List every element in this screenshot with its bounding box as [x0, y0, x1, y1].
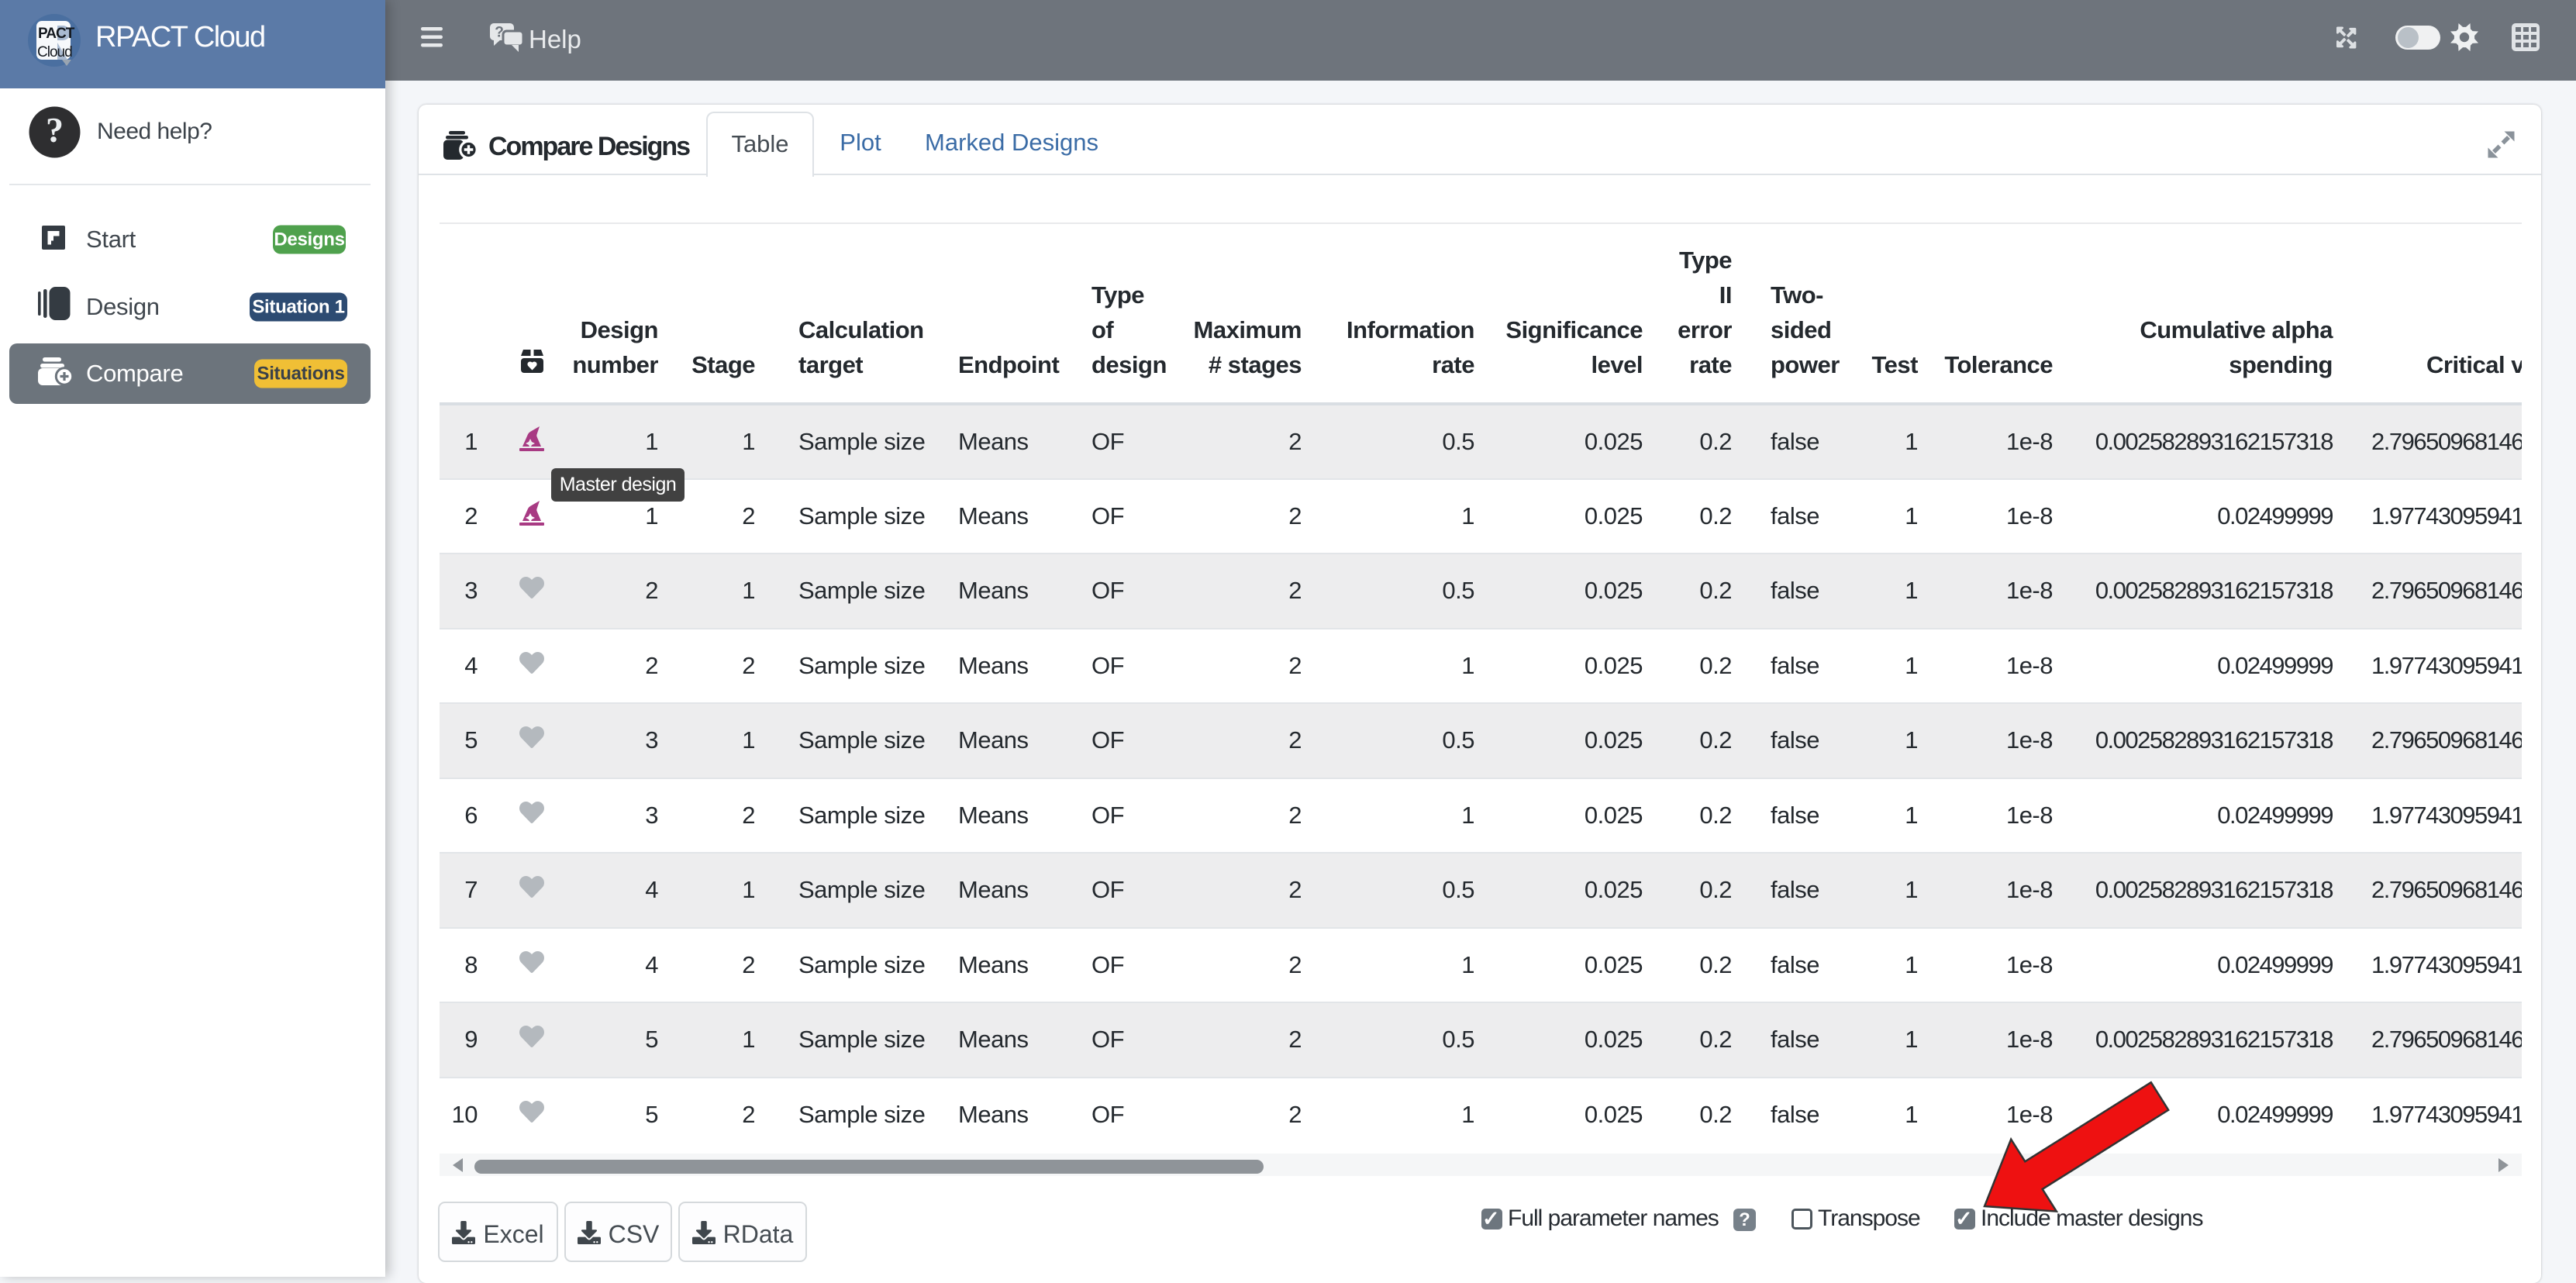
- svg-text:PACT: PACT: [38, 26, 75, 42]
- svg-text:?: ?: [46, 110, 64, 150]
- svg-text:Cloud: Cloud: [37, 44, 72, 60]
